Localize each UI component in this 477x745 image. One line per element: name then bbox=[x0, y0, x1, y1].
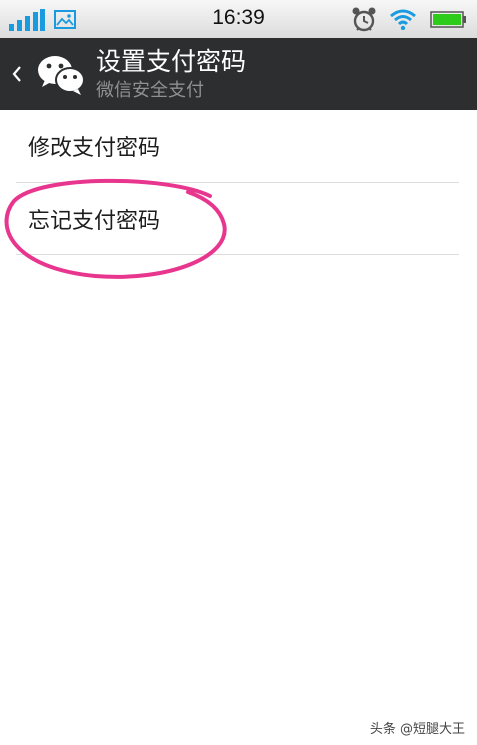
back-button[interactable] bbox=[6, 52, 86, 96]
status-bar: 16:39 bbox=[0, 0, 477, 39]
page-title: 设置支付密码 bbox=[96, 47, 247, 76]
action-bar: 设置支付密码 微信安全支付 bbox=[0, 38, 477, 110]
menu-item-forgot-password[interactable]: 忘记支付密码 bbox=[0, 183, 477, 254]
chevron-left-icon bbox=[12, 66, 21, 82]
menu-item-change-password[interactable]: 修改支付密码 bbox=[0, 110, 477, 181]
divider bbox=[16, 254, 459, 255]
watermark: 头条 @短腿大王 bbox=[369, 722, 465, 737]
menu-item-label: 修改支付密码 bbox=[28, 136, 161, 161]
alarm-icon bbox=[352, 7, 376, 32]
battery-icon bbox=[430, 11, 466, 28]
page-subtitle: 微信安全支付 bbox=[96, 80, 204, 101]
menu-item-label: 忘记支付密码 bbox=[28, 209, 161, 234]
wechat-logo-icon bbox=[38, 56, 85, 95]
screen: 16:39 设置支付密码 微信安全支付 修改支付密码 忘记支付密码 头条 @短腿… bbox=[0, 0, 477, 745]
wifi-icon bbox=[390, 9, 416, 30]
